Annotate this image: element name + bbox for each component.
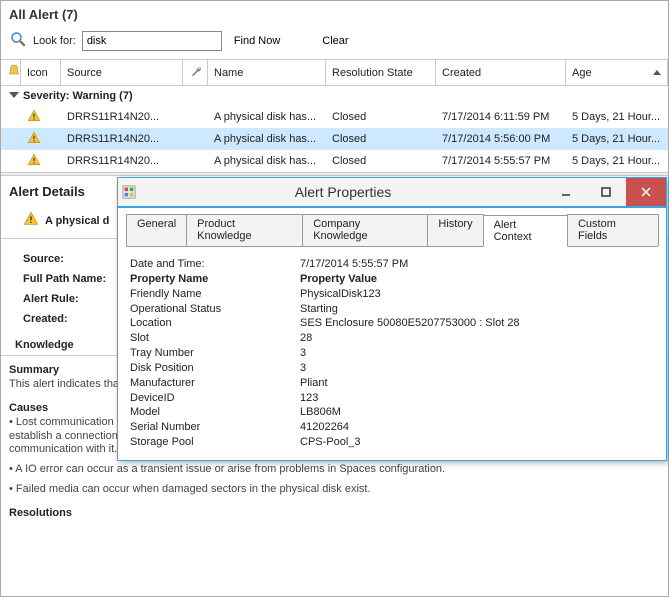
column-maintenance[interactable] bbox=[183, 60, 208, 85]
tab-history[interactable]: History bbox=[427, 214, 483, 246]
kv-val: 3 bbox=[300, 361, 654, 376]
kv-val: Starting bbox=[300, 302, 654, 317]
cell-name: A physical disk has... bbox=[208, 131, 326, 147]
group-row-warning[interactable]: Severity: Warning (7) bbox=[1, 86, 668, 106]
kv-key: Manufacturer bbox=[130, 376, 300, 391]
dialog-tabs: General Product Knowledge Company Knowle… bbox=[126, 214, 658, 247]
tab-custom-fields[interactable]: Custom Fields bbox=[567, 214, 659, 246]
resolutions-heading: Resolutions bbox=[1, 503, 668, 521]
cell-age: 5 Days, 21 Hour... bbox=[566, 153, 668, 169]
kv-val: SES Enclosure 50080E5207753000 : Slot 28 bbox=[300, 316, 654, 331]
close-button[interactable] bbox=[626, 178, 666, 206]
label-source: Source: bbox=[23, 253, 123, 265]
wrench-icon bbox=[189, 64, 203, 81]
table-row[interactable]: DRRS11R14N20... A physical disk has... C… bbox=[1, 106, 668, 128]
kv-val: 3 bbox=[300, 346, 654, 361]
column-source[interactable]: Source bbox=[61, 60, 183, 85]
cell-res: Closed bbox=[326, 109, 436, 125]
cell-created: 7/17/2014 5:56:00 PM bbox=[436, 131, 566, 147]
tab-general[interactable]: General bbox=[126, 214, 187, 246]
group-label: Severity: Warning (7) bbox=[23, 90, 133, 102]
kv-val: 7/17/2014 5:55:57 PM bbox=[300, 257, 654, 272]
tab-alert-context[interactable]: Alert Context bbox=[483, 215, 568, 247]
column-headers: Icon Source Name Resolution State Create… bbox=[1, 60, 668, 86]
search-input[interactable] bbox=[82, 31, 222, 51]
dialog-title: Alert Properties bbox=[140, 184, 546, 200]
cell-created: 7/17/2014 6:11:59 PM bbox=[436, 109, 566, 125]
tab-content: Date and Time:7/17/2014 5:55:57 PM Prope… bbox=[126, 247, 658, 450]
tab-company-knowledge[interactable]: Company Knowledge bbox=[302, 214, 428, 246]
kv-key: Storage Pool bbox=[130, 435, 300, 450]
minimize-button[interactable] bbox=[546, 178, 586, 206]
cell-res: Closed bbox=[326, 131, 436, 147]
label-alert-rule: Alert Rule: bbox=[23, 293, 123, 305]
warning-icon bbox=[27, 136, 41, 148]
cell-name: A physical disk has... bbox=[208, 109, 326, 125]
kv-val: CPS-Pool_3 bbox=[300, 435, 654, 450]
cause-text: • A IO error can occur as a transient is… bbox=[1, 463, 668, 483]
cell-source: DRRS11R14N20... bbox=[61, 153, 183, 169]
dialog-titlebar[interactable]: Alert Properties bbox=[118, 178, 666, 206]
warning-icon bbox=[27, 114, 41, 126]
search-bar: Look for: Find Now Clear bbox=[1, 26, 668, 60]
kv-key: Operational Status bbox=[130, 302, 300, 317]
column-created[interactable]: Created bbox=[436, 60, 566, 85]
clear-button[interactable]: Clear bbox=[316, 33, 354, 49]
collapse-icon bbox=[9, 92, 19, 98]
cell-source: DRRS11R14N20... bbox=[61, 109, 183, 125]
cell-source: DRRS11R14N20... bbox=[61, 131, 183, 147]
kv-key: Tray Number bbox=[130, 346, 300, 361]
column-age[interactable]: Age bbox=[566, 60, 668, 85]
kv-val: Pliant bbox=[300, 376, 654, 391]
look-for-label: Look for: bbox=[33, 35, 76, 47]
cell-created: 7/17/2014 5:55:57 PM bbox=[436, 153, 566, 169]
panel-title: All Alert (7) bbox=[1, 1, 668, 26]
column-icon[interactable]: Icon bbox=[21, 60, 61, 85]
tab-product-knowledge[interactable]: Product Knowledge bbox=[186, 214, 303, 246]
kv-val: 28 bbox=[300, 331, 654, 346]
column-age-label: Age bbox=[572, 67, 592, 79]
kv-val: LB806M bbox=[300, 405, 654, 420]
kv-key: Serial Number bbox=[130, 420, 300, 435]
warning-icon bbox=[23, 211, 39, 230]
kv-val: 41202264 bbox=[300, 420, 654, 435]
column-resolution-state[interactable]: Resolution State bbox=[326, 60, 436, 85]
kv-key: Slot bbox=[130, 331, 300, 346]
kv-header-val: Property Value bbox=[300, 272, 654, 287]
maximize-button[interactable] bbox=[586, 178, 626, 206]
cell-age: 5 Days, 21 Hour... bbox=[566, 109, 668, 125]
find-now-button[interactable]: Find Now bbox=[228, 33, 286, 49]
kv-key: Disk Position bbox=[130, 361, 300, 376]
label-full-path: Full Path Name: bbox=[23, 273, 123, 285]
bell-icon bbox=[7, 64, 21, 81]
warning-icon bbox=[27, 158, 41, 170]
alert-properties-dialog: Alert Properties General Product Knowled… bbox=[117, 177, 667, 461]
app-icon bbox=[118, 185, 140, 199]
alert-details-heading-text: A physical d bbox=[45, 215, 109, 227]
kv-val: 123 bbox=[300, 391, 654, 406]
label-created: Created: bbox=[23, 313, 123, 325]
kv-key: Model bbox=[130, 405, 300, 420]
cell-age: 5 Days, 21 Hour... bbox=[566, 131, 668, 147]
sort-asc-icon bbox=[653, 70, 661, 75]
table-row[interactable]: DRRS11R14N20... A physical disk has... C… bbox=[1, 150, 668, 172]
kv-header-key: Property Name bbox=[130, 272, 300, 287]
kv-key: Location bbox=[130, 316, 300, 331]
search-icon bbox=[9, 30, 27, 51]
column-name[interactable]: Name bbox=[208, 60, 326, 85]
cell-res: Closed bbox=[326, 153, 436, 169]
column-alert-seq[interactable] bbox=[1, 60, 21, 85]
kv-key: Friendly Name bbox=[130, 287, 300, 302]
kv-key: DeviceID bbox=[130, 391, 300, 406]
alert-table-body: DRRS11R14N20... A physical disk has... C… bbox=[1, 106, 668, 172]
kv-val: PhysicalDisk123 bbox=[300, 287, 654, 302]
kv-key: Date and Time: bbox=[130, 257, 300, 272]
table-row[interactable]: DRRS11R14N20... A physical disk has... C… bbox=[1, 128, 668, 150]
cell-name: A physical disk has... bbox=[208, 153, 326, 169]
cause-text: • Failed media can occur when damaged se… bbox=[1, 483, 668, 503]
